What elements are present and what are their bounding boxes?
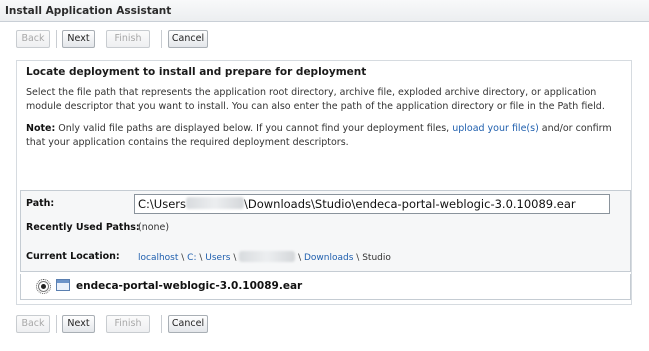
assistant-title-bar: Install Application Assistant <box>0 0 649 22</box>
recently-used-label: Recently Used Paths: <box>26 222 140 233</box>
file-select-radio[interactable] <box>36 279 51 294</box>
breadcrumb-c-drive[interactable]: C: <box>187 253 196 263</box>
redacted-username <box>185 197 244 209</box>
finish-button-bottom[interactable]: Finish <box>106 315 150 333</box>
path-input[interactable]: C:\Users \Downloads\Studio\endeca-portal-… <box>134 194 610 214</box>
note-text-before: Only valid file paths are displayed belo… <box>55 123 453 134</box>
button-separator <box>161 315 162 333</box>
breadcrumb-redacted-user[interactable] <box>239 251 296 262</box>
breadcrumb-users[interactable]: Users <box>205 253 230 263</box>
next-button-bottom[interactable]: Next <box>62 315 95 333</box>
section-heading: Locate deployment to install and prepare… <box>26 66 367 78</box>
finish-button[interactable]: Finish <box>106 30 150 48</box>
next-button[interactable]: Next <box>62 30 95 48</box>
button-separator <box>161 30 162 48</box>
note-text: Note: Only valid file paths are displaye… <box>26 122 626 150</box>
button-separator <box>56 315 57 333</box>
cancel-button[interactable]: Cancel <box>168 30 208 48</box>
file-name: endeca-portal-weblogic-3.0.10089.ear <box>76 280 303 292</box>
button-separator <box>56 30 57 48</box>
breadcrumb-downloads[interactable]: Downloads <box>304 253 353 263</box>
breadcrumb: localhost \ C: \ Users \ \ Downloads \ S… <box>138 251 391 263</box>
breadcrumb-studio: Studio <box>362 253 391 263</box>
upload-files-link[interactable]: upload your file(s) <box>452 123 539 134</box>
recently-used-value: (none) <box>138 222 170 233</box>
cancel-button-bottom[interactable]: Cancel <box>168 315 208 333</box>
note-label: Note: <box>26 123 56 134</box>
path-value-prefix: C:\Users <box>138 197 186 211</box>
current-location-label: Current Location: <box>26 251 120 262</box>
path-label: Path: <box>26 198 55 209</box>
assistant-title: Install Application Assistant <box>5 5 172 17</box>
application-archive-icon <box>56 279 70 291</box>
back-button-bottom[interactable]: Back <box>16 315 50 333</box>
back-button[interactable]: Back <box>16 30 50 48</box>
path-value-suffix: \Downloads\Studio\endeca-portal-weblogic… <box>243 197 576 211</box>
breadcrumb-localhost[interactable]: localhost <box>138 253 178 263</box>
instructions-text: Select the file path that represents the… <box>26 87 605 112</box>
